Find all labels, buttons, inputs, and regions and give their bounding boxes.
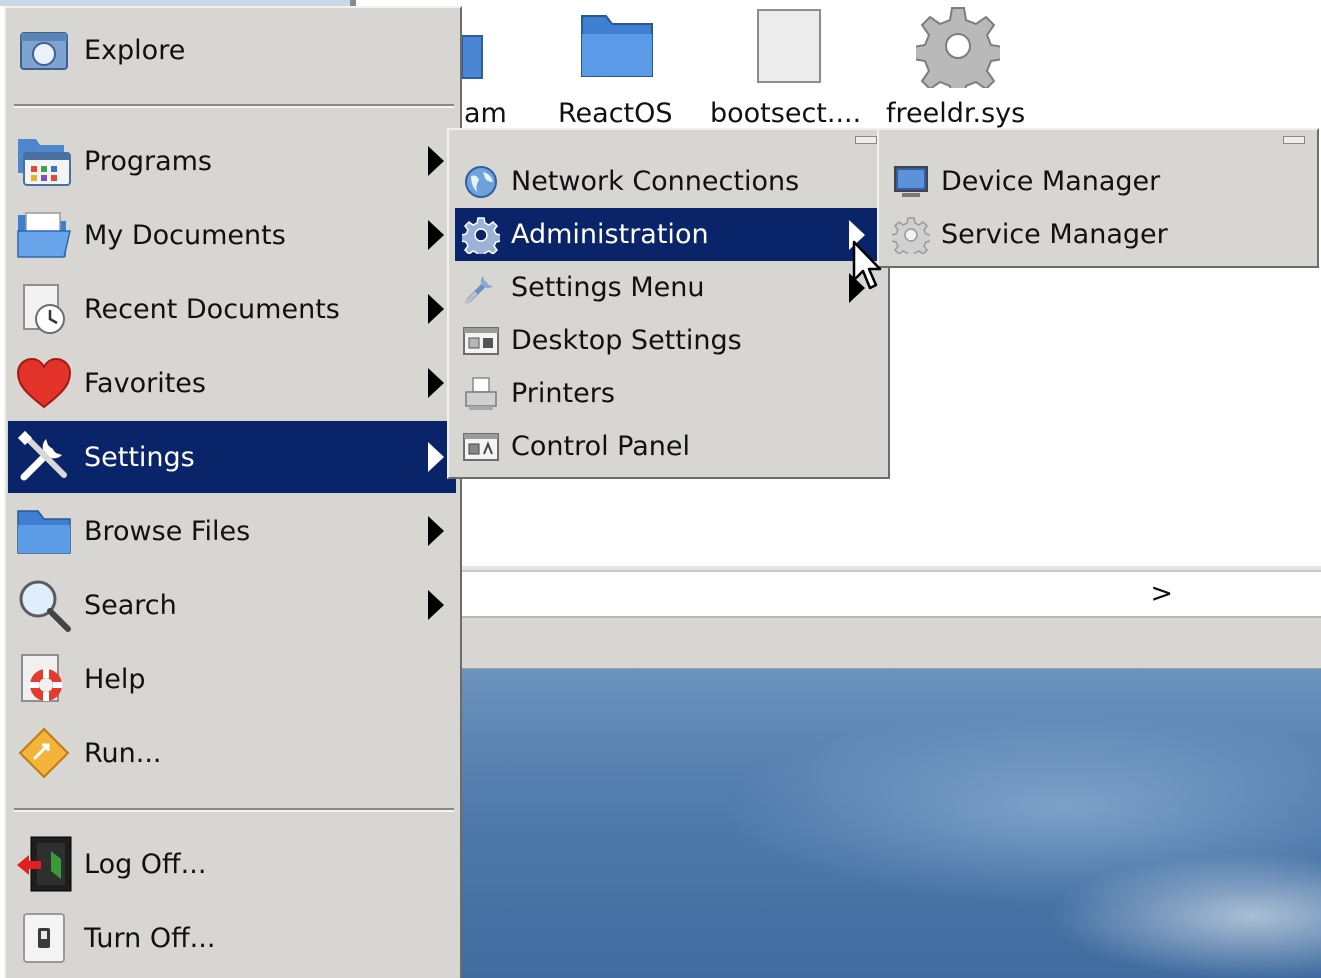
start-item-browse-files[interactable]: Browse Files [8,495,456,567]
start-item-label: Settings [84,441,195,473]
folder-icon [14,501,74,561]
settings-submenu: Network Connections Administration Setti… [447,128,890,479]
settings-item-label: Administration [511,219,709,250]
start-item-label: Search [84,589,177,621]
settings-item-settings-menu[interactable]: Settings Menu [455,261,877,314]
tearoff-handle[interactable] [855,136,877,144]
go-button[interactable]: > [1150,578,1173,609]
log-off-icon [14,834,74,894]
file-label[interactable]: am [464,98,507,129]
mouse-cursor-icon [852,240,882,299]
search-icon [14,575,74,635]
start-item-label: Turn Off... [84,922,216,954]
start-item-label: Browse Files [84,515,251,547]
start-item-my-documents[interactable]: My Documents [8,199,456,271]
admin-item-label: Service Manager [941,219,1168,250]
start-item-run[interactable]: Run... [8,717,456,789]
submenu-arrow-icon [428,220,444,250]
file-label[interactable]: ReactOS [558,98,673,129]
start-item-label: Help [84,663,146,695]
heart-icon [14,353,74,413]
folder-icon[interactable] [461,8,488,87]
settings-item-control-panel[interactable]: Control Panel [455,420,877,473]
file-label[interactable]: freeldr.sys [886,98,1025,129]
settings-item-label: Network Connections [511,166,800,197]
desktop-wallpaper [462,669,1321,978]
start-item-favorites[interactable]: Favorites [8,347,456,419]
recent-documents-icon [14,279,74,339]
file-label[interactable]: bootsect.... [710,98,861,129]
settings-item-label: Desktop Settings [511,325,742,356]
power-icon [14,908,74,968]
submenu-arrow-icon [428,442,444,472]
start-item-label: Explore [84,34,186,66]
settings-item-label: Printers [511,378,615,409]
submenu-arrow-icon [428,516,444,546]
run-icon [14,723,74,783]
submenu-arrow-icon [428,146,444,176]
printer-icon [461,374,501,414]
submenu-arrow-icon [428,590,444,620]
start-item-turn-off[interactable]: Turn Off... [8,902,456,974]
start-item-log-off[interactable]: Log Off... [8,828,456,900]
blank-file-icon[interactable] [756,8,822,91]
status-bar [462,616,1321,671]
globe-icon [461,162,501,202]
programs-icon [14,131,74,191]
start-item-recent-documents[interactable]: Recent Documents [8,273,456,345]
start-item-programs[interactable]: Programs [8,125,456,197]
submenu-arrow-icon [428,368,444,398]
administration-submenu: Device Manager Service Manager [877,128,1319,268]
settings-item-network-connections[interactable]: Network Connections [455,155,877,208]
start-item-settings[interactable]: Settings [8,421,456,493]
help-icon [14,649,74,709]
my-documents-icon [14,205,74,265]
admin-item-service-manager[interactable]: Service Manager [885,208,1313,261]
gear-file-icon[interactable] [912,4,1004,99]
gear-icon [461,215,501,255]
menu-separator [14,808,454,812]
settings-item-label: Settings Menu [511,272,705,303]
start-item-explore[interactable]: Explore [8,14,456,86]
wrench-icon [461,268,501,308]
start-item-search[interactable]: Search [8,569,456,641]
desktop-settings-icon [461,321,501,361]
tearoff-handle[interactable] [1283,136,1305,144]
start-item-label: Programs [84,145,212,177]
start-item-label: My Documents [84,219,286,251]
explore-icon [14,20,74,80]
admin-item-label: Device Manager [941,166,1161,197]
settings-item-label: Control Panel [511,431,691,462]
monitor-icon [891,162,931,202]
start-item-label: Run... [84,737,162,769]
start-menu: Explore Programs My Documents Recent Doc… [4,6,462,978]
start-item-help[interactable]: Help [8,643,456,715]
start-item-label: Log Off... [84,848,207,880]
submenu-arrow-icon [428,294,444,324]
start-item-label: Favorites [84,367,206,399]
settings-item-desktop-settings[interactable]: Desktop Settings [455,314,877,367]
settings-icon [14,427,74,487]
settings-item-administration[interactable]: Administration [455,208,877,261]
control-panel-icon [461,427,501,467]
service-gear-icon [891,215,931,255]
menu-separator [14,104,454,108]
start-item-label: Recent Documents [84,293,340,325]
folder-icon[interactable] [580,8,656,87]
address-bar[interactable]: > [462,570,1321,618]
settings-item-printers[interactable]: Printers [455,367,877,420]
admin-item-device-manager[interactable]: Device Manager [885,155,1313,208]
